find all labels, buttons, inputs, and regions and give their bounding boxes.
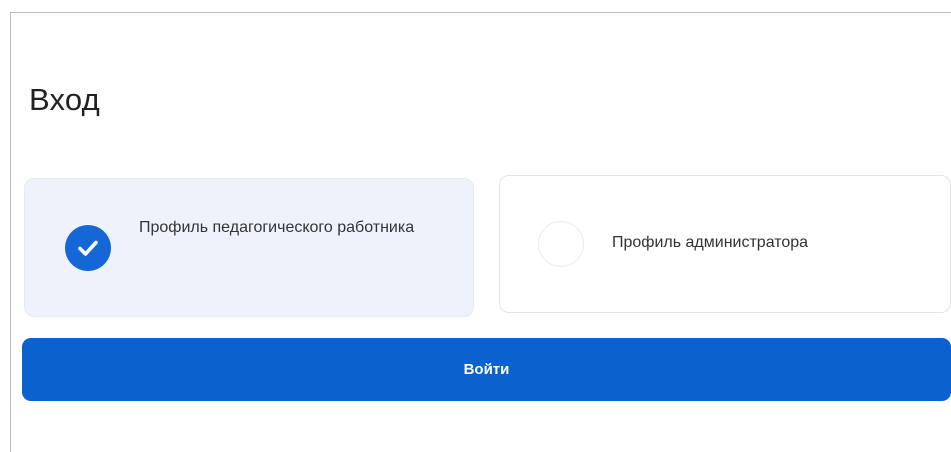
page-title: Вход bbox=[29, 82, 100, 117]
profile-option-label: Профиль администратора bbox=[612, 234, 809, 251]
radio-empty-icon bbox=[538, 221, 584, 267]
profile-option-teacher[interactable]: Профиль педагогического работника bbox=[24, 178, 474, 317]
profile-option-admin[interactable]: Профиль администратора bbox=[499, 175, 951, 313]
login-button[interactable]: Войти bbox=[22, 338, 951, 401]
check-circle-icon bbox=[65, 225, 111, 271]
profile-option-label: Профиль педагогического работника bbox=[139, 219, 415, 236]
